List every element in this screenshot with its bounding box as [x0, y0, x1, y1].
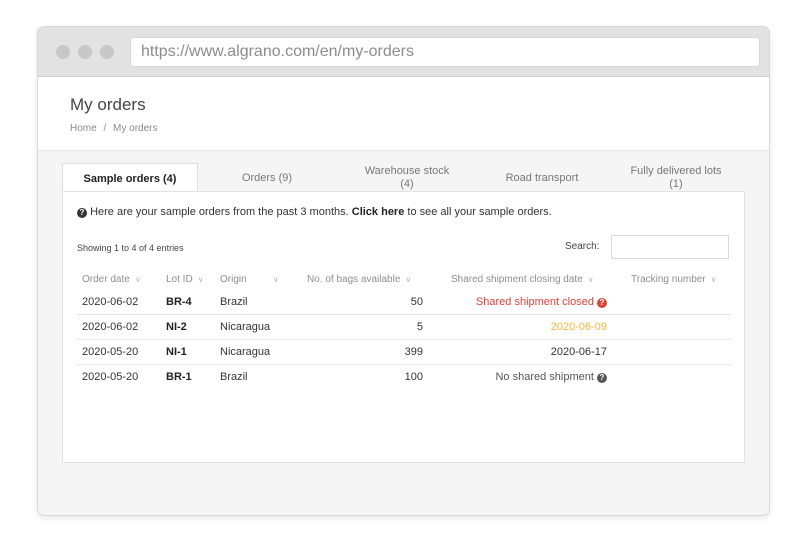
info-message: ? Here are your sample orders from the p… — [77, 206, 552, 218]
lot-id: BR-1 — [166, 371, 192, 383]
bags-available: 399 — [404, 346, 423, 358]
search-input[interactable] — [611, 235, 729, 259]
origin: Brazil — [220, 296, 248, 308]
tab-road-transport[interactable]: Road transport — [482, 163, 602, 193]
column-order-date[interactable]: Order date ∨ — [82, 274, 141, 285]
column-tracking-number[interactable]: Tracking number ∨ — [631, 274, 717, 285]
shipment-closing-date: 2020-06-09 — [550, 321, 607, 333]
entries-count: Showing 1 to 4 of 4 entries — [77, 243, 184, 253]
chevron-down-icon: ∨ — [405, 275, 412, 284]
breadcrumb-home[interactable]: Home — [70, 123, 97, 134]
bags-available: 100 — [404, 371, 423, 383]
chevron-down-icon: ∨ — [197, 275, 204, 284]
table-row[interactable]: 2020-05-20 NI-1 Nicaragua 399 2020-06-17 — [77, 340, 731, 365]
window-maximize-dot[interactable] — [100, 45, 114, 59]
column-lot-id[interactable]: Lot ID ∨ — [166, 274, 204, 285]
tab-orders[interactable]: Orders (9) — [202, 163, 332, 193]
order-date: 2020-06-02 — [82, 321, 139, 333]
origin: Nicaragua — [220, 346, 271, 358]
order-tabs: Sample orders (4) Orders (9) Warehouse s… — [62, 163, 745, 194]
page-title: My orders — [70, 95, 146, 114]
table-header: Order date ∨ Lot ID ∨ Origin ∨ No. of bags … — [77, 270, 731, 290]
bags-available: 5 — [416, 321, 423, 333]
tab-sample-orders[interactable]: Sample orders (4) — [62, 163, 198, 194]
lot-id: NI-2 — [166, 321, 187, 333]
search-label: Search: — [565, 241, 600, 252]
tab-label-line2: (1) — [669, 178, 683, 190]
column-origin[interactable]: Origin ∨ — [220, 274, 279, 285]
tab-label: Sample orders (4) — [83, 172, 177, 185]
shipment-closing-date: Shared shipment closed ? — [437, 296, 607, 308]
info-text: Here are your sample orders from the pas… — [90, 206, 349, 218]
breadcrumb-current: My orders — [113, 123, 158, 134]
tab-warehouse-stock[interactable]: Warehouse stock (4) — [337, 163, 477, 193]
chevron-down-icon: ∨ — [710, 275, 717, 284]
column-bags-available[interactable]: No. of bags available ∨ — [307, 274, 411, 285]
tab-label-line2: (4) — [400, 178, 414, 190]
shipment-closing-date: 2020-06-17 — [550, 346, 607, 358]
browser-window: https://www.algrano.com/en/my-orders My … — [38, 27, 769, 515]
info-text-after: to see all your sample orders. — [407, 206, 552, 218]
lot-id: BR-4 — [166, 296, 192, 308]
origin: Nicaragua — [220, 321, 271, 333]
address-bar[interactable]: https://www.algrano.com/en/my-orders — [130, 37, 760, 67]
question-circle-icon[interactable]: ? — [597, 298, 607, 308]
origin: Brazil — [220, 371, 248, 383]
bags-available: 50 — [410, 296, 423, 308]
table-row[interactable]: 2020-06-02 BR-4 Brazil 50 Shared shipmen… — [77, 290, 731, 315]
lot-id: NI-1 — [166, 346, 187, 358]
order-date: 2020-06-02 — [82, 296, 139, 308]
sample-orders-panel: ? Here are your sample orders from the p… — [62, 191, 745, 463]
breadcrumb-separator: / — [103, 123, 107, 134]
page-header: My orders Home / My orders — [38, 77, 769, 151]
window-close-dot[interactable] — [56, 45, 70, 59]
chevron-down-icon: ∨ — [587, 275, 594, 284]
tab-label: Road transport — [505, 171, 579, 184]
tab-label-line1: Warehouse stock — [364, 165, 450, 177]
see-all-samples-link[interactable]: Click here — [352, 206, 405, 218]
order-date: 2020-05-20 — [82, 346, 139, 358]
table-row[interactable]: 2020-06-02 NI-2 Nicaragua 5 2020-06-09 — [77, 315, 731, 340]
question-circle-icon[interactable]: ? — [597, 373, 607, 383]
window-minimize-dot[interactable] — [78, 45, 92, 59]
table-row[interactable]: 2020-05-20 BR-1 Brazil 100 No shared shi… — [77, 365, 731, 390]
question-circle-icon: ? — [77, 208, 87, 218]
tab-label: Orders (9) — [241, 171, 293, 184]
tab-label-line1: Fully delivered lots — [630, 165, 722, 177]
tab-fully-delivered-lots[interactable]: Fully delivered lots (1) — [607, 163, 745, 193]
browser-chrome: https://www.algrano.com/en/my-orders — [38, 27, 769, 77]
shipment-closing-date: No shared shipment ? — [437, 371, 607, 383]
column-shipment-closing-date[interactable]: Shared shipment closing date ∨ — [451, 274, 594, 285]
chevron-down-icon: ∨ — [272, 275, 279, 284]
order-date: 2020-05-20 — [82, 371, 139, 383]
chevron-down-icon: ∨ — [134, 275, 141, 284]
breadcrumb: Home / My orders — [70, 123, 161, 134]
